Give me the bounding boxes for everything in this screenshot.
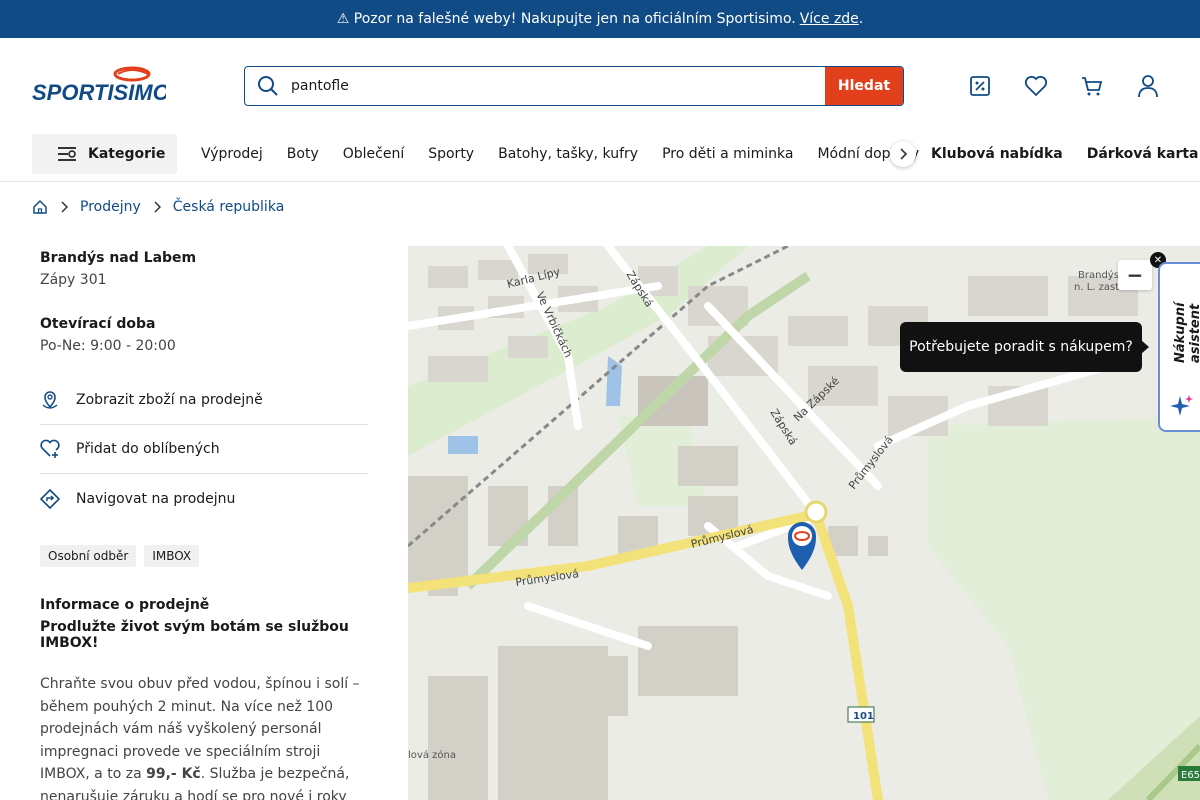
navigate-label: Navigovat na prodejnu: [76, 490, 236, 507]
nav-scroll-button[interactable]: [890, 141, 916, 167]
zoom-out-button[interactable]: −: [1118, 260, 1152, 290]
map-warehouse: [408, 476, 468, 586]
nav-link-klub[interactable]: Klubová nabídka: [931, 146, 1063, 162]
nav-link-boty[interactable]: Boty: [287, 146, 319, 162]
banner-text: ⚠ Pozor na falešné weby! Nakupujte jen n…: [336, 11, 796, 27]
category-button[interactable]: Kategorie: [32, 134, 177, 174]
navigate-action[interactable]: Navigovat na prodejnu: [40, 474, 368, 523]
nav-link-darkova-karta[interactable]: Dárková karta: [1087, 146, 1199, 162]
nav-link-sporty[interactable]: Sporty: [428, 146, 474, 162]
cart-icon[interactable]: [1080, 74, 1104, 98]
show-goods-action[interactable]: Zobrazit zboží na prodejně: [40, 376, 368, 425]
opening-hours: Po-Ne: 9:00 - 20:00: [40, 338, 176, 354]
user-icon[interactable]: [1136, 74, 1160, 98]
search-icon: [245, 67, 291, 105]
service-tags: Osobní odběr IMBOX: [40, 545, 370, 567]
location-pin-icon: [40, 390, 60, 410]
sportisimo-logo[interactable]: SPORTISIMO: [32, 66, 166, 106]
map-roundabout: [804, 500, 828, 524]
store-info-subtitle: Prodlužte život svým botám se službou IM…: [40, 619, 349, 651]
nav-link-vyprodej[interactable]: Výprodej: [201, 146, 263, 162]
map-pool: [448, 436, 478, 454]
store-actions: Zobrazit zboží na prodejně Přidat do obl…: [40, 376, 368, 523]
road-shield-101-text: 101: [853, 711, 874, 722]
store-city: Brandýs nad Labem: [40, 250, 197, 266]
chevron-right-icon: [154, 201, 161, 213]
store-detail-panel: Brandýs nad Labem Zápy 301 Otevírací dob…: [40, 246, 370, 800]
logo-text: SPORTISIMO: [32, 80, 166, 105]
tag-imbox: IMBOX: [144, 545, 200, 567]
opening-hours-title: Otevírací doba: [40, 316, 156, 332]
nav-link-batohy[interactable]: Batohy, tašky, kufry: [498, 146, 638, 162]
warning-banner: ⚠ Pozor na falešné weby! Nakupujte jen n…: [0, 0, 1200, 38]
nav-bold-links: Klubová nabídka Dárková karta: [931, 134, 1200, 174]
banner-link[interactable]: Více zde: [800, 11, 859, 27]
map-label-zone: lová zóna: [408, 749, 456, 761]
add-favorite-action[interactable]: Přidat do oblíbených: [40, 425, 368, 474]
menu-icon: [58, 147, 76, 161]
tag-osobni-odber: Osobní odběr: [40, 545, 137, 567]
heart-icon[interactable]: [1024, 74, 1048, 98]
chevron-right-icon: [900, 148, 908, 160]
map-label-brandys-2: n. L. zast.: [1074, 282, 1122, 293]
category-label: Kategorie: [88, 146, 166, 162]
map-label-brandys-1: Brandýs: [1078, 269, 1119, 281]
add-favorite-label: Přidat do oblíbených: [76, 441, 220, 457]
home-icon[interactable]: [32, 199, 48, 215]
assistant-tooltip[interactable]: Potřebujete poradit s nákupem?: [900, 322, 1149, 372]
breadcrumb-cr[interactable]: Česká republika: [173, 199, 285, 215]
nav-links: Výprodej Boty Oblečení Sporty Batohy, ta…: [201, 134, 943, 174]
store-info-title: Informace o prodejně: [40, 597, 210, 613]
nav-link-deti[interactable]: Pro děti a miminka: [662, 146, 793, 162]
chevron-right-icon: [61, 201, 68, 213]
shopping-assistant-tab[interactable]: Nákupní asistent: [1158, 262, 1200, 432]
road-shield-e65-text: E65: [1181, 770, 1200, 781]
directions-icon: [40, 488, 60, 509]
discount-icon[interactable]: [968, 74, 992, 98]
assistant-label: Nákupní asistent: [1173, 302, 1200, 364]
breadcrumb: Prodejny Česká republika: [32, 196, 284, 218]
store-info-text: Chraňte svou obuv před vodou, špínou i s…: [40, 673, 370, 800]
map-green-area: [928, 416, 1200, 800]
store-marker-pin[interactable]: [788, 522, 816, 570]
info-price: 99,- Kč: [146, 766, 201, 782]
main-nav: Kategorie Výprodej Boty Oblečení Sporty …: [0, 134, 1200, 182]
header-icons: [968, 74, 1160, 98]
show-goods-label: Zobrazit zboží na prodejně: [76, 392, 263, 408]
sparkle-icon: [1170, 395, 1193, 416]
search-button[interactable]: Hledat: [825, 67, 903, 105]
search-bar: Hledat: [244, 66, 904, 106]
breadcrumb-prodejny[interactable]: Prodejny: [80, 199, 141, 215]
map-pond: [606, 356, 622, 406]
heart-plus-icon: [40, 439, 60, 459]
header: SPORTISIMO Hledat: [0, 38, 1200, 134]
banner-end: .: [858, 11, 864, 27]
nav-link-obleceni[interactable]: Oblečení: [343, 146, 404, 162]
search-input[interactable]: [291, 68, 825, 104]
store-address: Zápy 301: [40, 272, 107, 288]
